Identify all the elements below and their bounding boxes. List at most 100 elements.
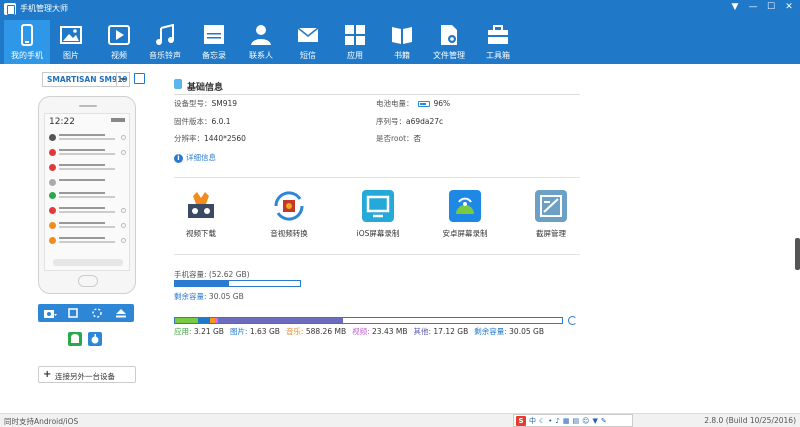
tab-my-phone[interactable]: 我的手机 [4,20,50,64]
storage-breakdown-bar [174,317,563,324]
fullscreen-icon [68,308,78,318]
feature-ios-screen-record[interactable]: iOS屏幕录制 [343,190,413,245]
storage-segment [175,318,199,323]
tab-videos[interactable]: 视频 [96,20,142,64]
info-value: SM919 [211,99,238,108]
music-icon [156,24,174,45]
feature-label: 视频下载 [186,229,216,238]
eject-icon [116,309,126,318]
legend-value: 30.05 GB [506,327,544,336]
apps-icon [345,25,365,45]
feature-screenshot-manager[interactable]: 截屏管理 [516,190,586,245]
info-resolution: 分辨率：1440*2560 [174,133,246,144]
storage-segment [198,318,211,323]
free-key: 剩余容量: [174,292,207,301]
main-toolbar: 我的手机 图片 视频 音乐铃声 备忘录 联系人 短信 应用 书籍 文件管理 工具… [0,20,800,64]
fullscreen-button[interactable] [62,304,86,322]
detail-info-link[interactable]: i 详细信息 [174,152,216,163]
info-key: 电池电量： [376,99,414,108]
app-title: 手机管理大师 [20,4,68,13]
tab-books[interactable]: 书籍 [379,20,425,64]
edit-icon[interactable] [134,73,145,84]
grid-icon: ▤ [572,416,580,425]
screenshot-manager-icon [535,190,567,222]
notification-item [48,177,128,190]
shirt-icon: ▼ [592,416,598,425]
side-handle[interactable] [795,238,800,270]
apple-icon[interactable] [88,332,102,346]
title-bar: 手机管理大师 ▼ — ☐ ✕ [0,0,800,18]
legend-value: 3.21 GB [191,327,224,336]
close-icon[interactable]: ✕ [784,2,794,12]
legend-key: 剩余容量: [474,327,507,336]
screenshot-button[interactable] [38,304,62,322]
storage-legend: 应用: 3.21 GB 图片: 1.63 GB 音乐: 588.26 MB 视频: 2… [174,326,550,337]
legend-value: 588.26 MB [303,327,347,336]
tab-sms[interactable]: 短信 [285,20,331,64]
info-key: 设备型号： [174,99,212,108]
device-dropdown[interactable]: SMARTISAN SM919 [42,72,130,87]
sms-icon [297,27,319,42]
tab-music[interactable]: 音乐铃声 [142,20,188,64]
legend-value: 17.12 GB [431,327,469,336]
feature-label: iOS屏幕录制 [356,229,400,238]
info-value: 96% [433,99,451,108]
feature-video-download[interactable]: 视频下载 [166,190,236,245]
home-button [78,275,98,287]
menu-icon[interactable]: ▼ [730,2,740,12]
refresh-screen-button[interactable] [86,304,110,322]
wrench-icon: ✎ [600,416,607,425]
section-divider [174,254,580,255]
device-panel: SMARTISAN SM919 12:22 + 连接另外一台设备 [0,64,158,413]
support-text: 同时支持Android/iOS [4,417,79,426]
tab-label: 备忘录 [202,51,226,60]
tab-label: 我的手机 [11,51,43,60]
legend-key: 其他: [413,327,432,336]
tab-apps[interactable]: 应用 [332,20,378,64]
notification-item [48,205,128,218]
connect-another-device-button[interactable]: + 连接另外一台设备 [38,366,136,383]
status-icons [111,118,125,122]
info-serial: 序列号：a69da27c [376,116,443,127]
tab-file-manager[interactable]: 文件管理 [426,20,472,64]
loading-icon [92,308,102,318]
info-battery: 电池电量： 96% [376,98,450,109]
tab-toolbox[interactable]: 工具箱 [475,20,521,64]
connect-label: 连接另外一台设备 [55,372,115,381]
info-value: a69da27c [406,117,444,126]
refresh-icon[interactable] [568,316,577,325]
tab-label: 图片 [63,51,79,60]
phone-icon [21,24,33,46]
plus-icon: + [43,369,52,380]
android-screen-record-icon [449,190,481,222]
tab-memo[interactable]: 备忘录 [191,20,237,64]
maximize-icon[interactable]: ☐ [766,2,776,12]
tab-images[interactable]: 图片 [48,20,94,64]
info-value: 否 [413,134,422,143]
feature-android-screen-record[interactable]: 安卓屏幕录制 [430,190,500,245]
image-icon [60,26,82,44]
ime-toolbar[interactable]: S 中 ☾ • ♪ ▦ ▤ ☺ ▼ ✎ [513,414,633,427]
contacts-icon [251,25,271,45]
memo-icon [204,25,224,44]
notification-item [48,220,128,233]
device-control-bar [38,304,134,322]
screen-time: 12:22 [49,117,75,127]
camera-icon [44,310,57,318]
phone-preview: 12:22 [38,96,136,294]
notification-item [48,235,128,248]
feature-label: 音视频转换 [270,229,308,238]
phone-capacity-label: 手机容量: (52.62 GB) [174,270,250,279]
sogou-ime-icon[interactable]: S [516,415,526,426]
info-root: 是否root：否 [376,133,421,144]
tab-label: 短信 [300,51,316,60]
android-icon[interactable] [68,332,82,346]
video-download-icon [188,192,214,218]
tab-label: 应用 [347,51,363,60]
section-title: 基础信息 [174,80,223,93]
eject-button[interactable] [110,304,134,322]
tab-contacts[interactable]: 联系人 [238,20,284,64]
minimize-icon[interactable]: — [748,2,758,12]
chevron-down-icon[interactable] [116,73,129,86]
feature-av-convert[interactable]: 音视频转换 [254,190,324,245]
